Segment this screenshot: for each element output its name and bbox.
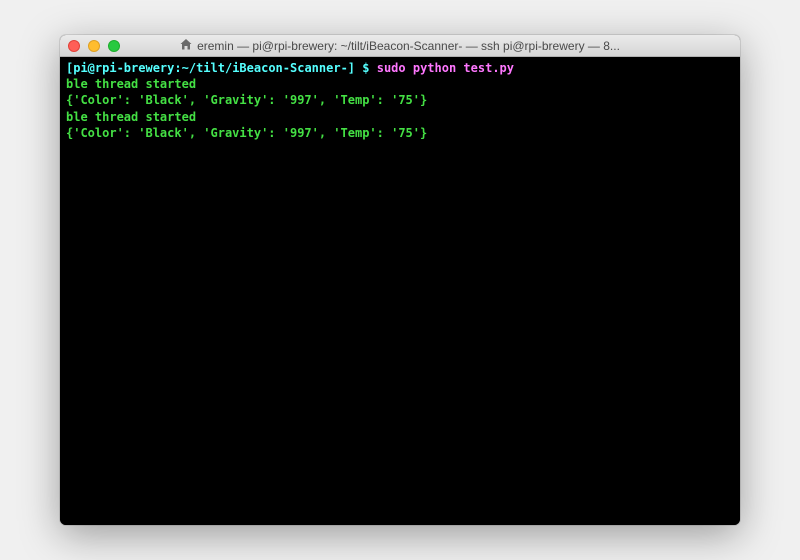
traffic-lights bbox=[68, 40, 120, 52]
output-line: {'Color': 'Black', 'Gravity': '997', 'Te… bbox=[66, 125, 734, 141]
terminal-body[interactable]: [pi@rpi-brewery:~/tilt/iBeacon-Scanner-]… bbox=[60, 57, 740, 525]
command-text: sudo python test.py bbox=[377, 61, 514, 75]
terminal-window: eremin — pi@rpi-brewery: ~/tilt/iBeacon-… bbox=[60, 35, 740, 525]
prompt-colon: : bbox=[174, 61, 181, 75]
output-line: ble thread started bbox=[66, 109, 734, 125]
window-title: eremin — pi@rpi-brewery: ~/tilt/iBeacon-… bbox=[197, 39, 620, 53]
prompt-line: [pi@rpi-brewery:~/tilt/iBeacon-Scanner-]… bbox=[66, 60, 734, 76]
output-line: ble thread started bbox=[66, 76, 734, 92]
minimize-icon[interactable] bbox=[88, 40, 100, 52]
home-icon bbox=[180, 39, 192, 53]
close-icon[interactable] bbox=[68, 40, 80, 52]
titlebar[interactable]: eremin — pi@rpi-brewery: ~/tilt/iBeacon-… bbox=[60, 35, 740, 57]
prompt-bracket-close: ] bbox=[348, 61, 355, 75]
prompt-user-host: pi@rpi-brewery bbox=[73, 61, 174, 75]
title-wrap: eremin — pi@rpi-brewery: ~/tilt/iBeacon-… bbox=[60, 39, 740, 53]
maximize-icon[interactable] bbox=[108, 40, 120, 52]
output-line: {'Color': 'Black', 'Gravity': '997', 'Te… bbox=[66, 92, 734, 108]
prompt-dollar: $ bbox=[355, 61, 377, 75]
prompt-path: ~/tilt/iBeacon-Scanner- bbox=[182, 61, 348, 75]
